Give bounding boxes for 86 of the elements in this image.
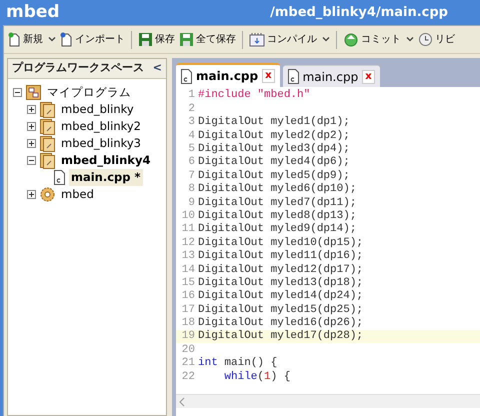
- line-number: 11: [180, 222, 196, 238]
- tree-item-label[interactable]: mbed: [59, 186, 96, 204]
- document-icon: [8, 32, 21, 47]
- horizontal-scrollbar[interactable]: [176, 394, 480, 408]
- editor-tab[interactable]: main.cpp x: [176, 63, 280, 87]
- toolbar-button[interactable]: インポート: [60, 32, 125, 47]
- line-number: 5: [187, 142, 196, 156]
- code-text: DigitalOut myled17(dp28);: [198, 329, 364, 344]
- editor-tab[interactable]: main.cpp x: [282, 65, 380, 87]
- code-text: DigitalOut myled8(dp13);: [198, 208, 356, 223]
- minus-box-icon[interactable]: [13, 88, 22, 97]
- toolbar-button[interactable]: リビ: [418, 32, 455, 47]
- panel-title: プログラムワークスペース: [12, 60, 144, 76]
- code-text: int main() {: [198, 356, 278, 371]
- code-text: DigitalOut myled15(dp25);: [198, 302, 364, 317]
- line-number: 10: [180, 208, 196, 224]
- code-text: DigitalOut myled2(dp2);: [198, 128, 350, 143]
- code-text: DigitalOut myled14(dp24);: [198, 289, 364, 304]
- cpp-file-icon: [54, 170, 65, 185]
- plus-box-icon[interactable]: [27, 190, 36, 199]
- plus-box-icon[interactable]: [27, 139, 36, 148]
- line-number: 4: [187, 128, 196, 144]
- tree-item-label[interactable]: mbed_blinky4: [59, 152, 152, 170]
- program-folder-icon: [40, 152, 55, 168]
- tree-item-label[interactable]: マイプログラム: [45, 84, 133, 102]
- program-folder-icon: [40, 136, 55, 152]
- line-number: 14: [180, 262, 196, 278]
- code-text: DigitalOut myled13(dp18);: [198, 276, 364, 290]
- toolbar-button[interactable]: 保存: [138, 32, 175, 47]
- line-number: 19: [180, 329, 196, 344]
- code-text: DigitalOut myled4(dp6);: [198, 155, 350, 170]
- tree-item-label[interactable]: mbed_blinky: [59, 100, 136, 118]
- clock-icon: [418, 32, 433, 47]
- line-number: 12: [180, 236, 196, 250]
- plus-box-icon[interactable]: [27, 122, 36, 131]
- code-text: #include "mbed.h": [198, 88, 310, 104]
- document-icon: [60, 32, 73, 47]
- code-text: DigitalOut myled3(dp4);: [198, 142, 350, 156]
- code-text: DigitalOut myled16(dp26);: [198, 316, 364, 330]
- tree-item-label[interactable]: mbed_blinky3: [59, 134, 143, 152]
- cpp-file-icon: [181, 68, 192, 84]
- line-number: 8: [187, 182, 196, 198]
- program-folder-icon: [40, 102, 55, 118]
- chevron-down-icon: [406, 37, 414, 42]
- collapse-button[interactable]: <: [152, 60, 162, 77]
- code-text: while(1) {: [223, 370, 290, 385]
- cpp-file-icon: [288, 69, 299, 84]
- line-number: 15: [180, 276, 196, 290]
- code-text: DigitalOut myled12(dp17);: [198, 262, 364, 277]
- code-text: DigitalOut myled9(dp14);: [198, 222, 356, 237]
- plus-box-icon[interactable]: [27, 105, 36, 114]
- toolbar-button[interactable]: コンパイル: [249, 32, 330, 47]
- code-text: DigitalOut myled7(dp11);: [198, 196, 356, 210]
- tree-item-label[interactable]: mbed_blinky2: [59, 118, 143, 136]
- line-number: 22: [180, 370, 196, 385]
- folder-tree-icon: [26, 85, 41, 100]
- code-text: DigitalOut myled1(dp1);: [198, 115, 350, 130]
- code-text: DigitalOut myled5(dp9);: [198, 168, 350, 183]
- chevron-down-icon: [322, 37, 330, 42]
- line-number: 6: [187, 155, 196, 170]
- toolbar-button[interactable]: 全て保存: [179, 32, 236, 47]
- tree-item-label[interactable]: main.cpp *: [69, 168, 143, 186]
- line-number: 7: [187, 168, 196, 184]
- line-number: 17: [180, 302, 196, 318]
- code-text: DigitalOut myled6(dp10);: [198, 182, 356, 197]
- close-tab-button[interactable]: x: [362, 70, 375, 84]
- line-number: 2: [187, 102, 196, 116]
- toolbar-button[interactable]: 新規: [8, 32, 56, 47]
- minus-box-icon[interactable]: [27, 156, 36, 165]
- logo: mbed: [6, 0, 60, 24]
- line-number: 1: [187, 88, 196, 104]
- line-number: 20: [180, 342, 196, 358]
- chevron-down-icon: [48, 37, 56, 42]
- line-number: 21: [180, 356, 196, 372]
- code-text: DigitalOut myled11(dp16);: [198, 249, 364, 264]
- close-tab-button[interactable]: x: [262, 69, 275, 83]
- program-folder-icon: [40, 118, 55, 134]
- gear-icon: [40, 187, 55, 202]
- line-number: 3: [187, 115, 196, 130]
- line-number: 16: [180, 289, 196, 304]
- file-path: /mbed_blinky4/main.cpp: [270, 4, 448, 22]
- line-number: 13: [180, 249, 196, 264]
- line-number: 9: [187, 196, 196, 210]
- code-text: DigitalOut myled10(dp15);: [198, 236, 364, 250]
- toolbar-button[interactable]: コミット: [343, 32, 414, 47]
- line-number: 18: [180, 316, 196, 330]
